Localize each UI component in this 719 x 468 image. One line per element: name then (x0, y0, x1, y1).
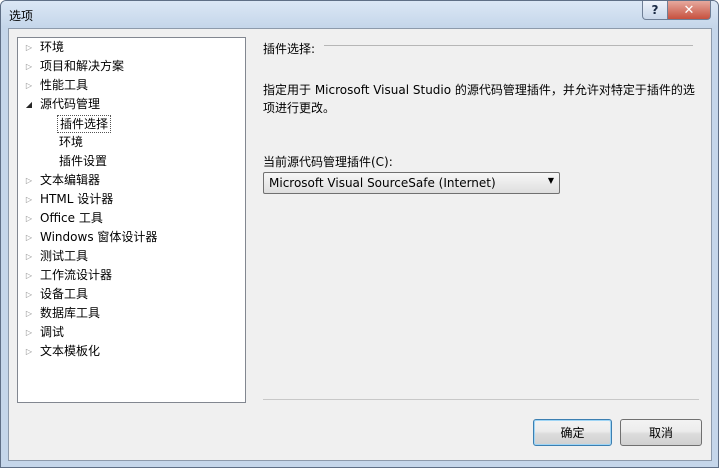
dialog-body: ▷ 环境 ▷ 项目和解决方案 ▷ 性能工具 ◢ 源代码管理 插件选择 环境 插件设置 ▷ 文本编辑器 ▷ H… (8, 28, 712, 461)
close-button[interactable]: ✕ (667, 1, 711, 20)
tree-item[interactable]: ▷ 调试 (18, 324, 243, 342)
expanded-arrow-icon[interactable]: ◢ (24, 96, 34, 114)
collapsed-arrow-icon[interactable]: ▷ (24, 77, 34, 95)
tree-item[interactable]: ▷ 性能工具 (18, 77, 243, 95)
help-button[interactable]: ? (642, 1, 668, 20)
options-tree[interactable]: ▷ 环境 ▷ 项目和解决方案 ▷ 性能工具 ◢ 源代码管理 插件选择 环境 插件设置 ▷ 文本编辑器 ▷ H… (17, 37, 246, 403)
tree-item-label: 设备工具 (40, 287, 89, 301)
tree-item[interactable]: ▷ 文本模板化 (18, 343, 243, 361)
plugin-select[interactable]: Microsoft Visual SourceSafe (Internet) ▼ (263, 172, 560, 194)
section-divider (324, 45, 693, 46)
tree-child-item[interactable]: 插件设置 (18, 153, 243, 171)
collapsed-arrow-icon[interactable]: ▷ (24, 210, 34, 228)
tree-item[interactable]: ▷ 项目和解决方案 (18, 58, 243, 76)
collapsed-arrow-icon[interactable]: ▷ (24, 305, 34, 323)
tree-item-label: Windows 窗体设计器 (40, 230, 158, 244)
plugin-select-value: Microsoft Visual SourceSafe (Internet) (269, 176, 496, 190)
tree-item-label: 插件选择 (57, 115, 112, 133)
collapsed-arrow-icon[interactable]: ▷ (24, 39, 34, 57)
tree-child-item[interactable]: 插件选择 (18, 115, 243, 133)
tree-item[interactable]: ▷ 环境 (18, 39, 243, 57)
collapsed-arrow-icon[interactable]: ▷ (24, 286, 34, 304)
close-icon: ✕ (683, 2, 695, 18)
tree-item[interactable]: ▷ 设备工具 (18, 286, 243, 304)
collapsed-arrow-icon[interactable]: ▷ (24, 58, 34, 76)
section-title: 插件选择: (263, 42, 316, 56)
tree-item[interactable]: ▷ 测试工具 (18, 248, 243, 266)
collapsed-arrow-icon[interactable]: ▷ (24, 324, 34, 342)
tree-item[interactable]: ▷ 数据库工具 (18, 305, 243, 323)
tree-item-label: 数据库工具 (40, 306, 101, 320)
ok-button-label: 确定 (560, 426, 585, 440)
collapsed-arrow-icon[interactable]: ▷ (24, 343, 34, 361)
options-dialog: 选项 ? ✕ ▷ 环境 ▷ 项目和解决方案 ▷ 性能工具 ◢ 源代码管理 插件选择 环境 插件设置 ▷… (0, 0, 719, 468)
tree-item-label: 文本编辑器 (40, 173, 101, 187)
bottom-separator (263, 399, 699, 400)
tree-child-item[interactable]: 环境 (18, 134, 243, 152)
tree-item-label: HTML 设计器 (40, 192, 114, 206)
collapsed-arrow-icon[interactable]: ▷ (24, 248, 34, 266)
tree-item[interactable]: ◢ 源代码管理 (18, 96, 243, 114)
tree-item[interactable]: ▷ Windows 窗体设计器 (18, 229, 243, 247)
tree-item-label: 插件设置 (59, 154, 108, 168)
tree-item[interactable]: ▷ 文本编辑器 (18, 172, 243, 190)
tree-item-label: 源代码管理 (40, 97, 101, 111)
ok-button[interactable]: 确定 (533, 419, 612, 446)
tree-item[interactable]: ▷ HTML 设计器 (18, 191, 243, 209)
tree-item-label: 环境 (40, 40, 65, 54)
window-title: 选项 (9, 9, 34, 23)
title-bar[interactable]: 选项 ? ✕ (1, 1, 718, 27)
help-icon: ? (651, 3, 659, 17)
tree-item-label: Office 工具 (40, 211, 103, 225)
cancel-button[interactable]: 取消 (620, 419, 702, 446)
section-description: 指定用于 Microsoft Visual Studio 的源代码管理插件，并允… (263, 83, 695, 115)
tree-item-label: 调试 (40, 325, 65, 339)
collapsed-arrow-icon[interactable]: ▷ (24, 191, 34, 209)
collapsed-arrow-icon[interactable]: ▷ (24, 172, 34, 190)
tree-item-label: 项目和解决方案 (40, 59, 125, 73)
tree-item-label: 文本模板化 (40, 344, 101, 358)
collapsed-arrow-icon[interactable]: ▷ (24, 229, 34, 247)
cancel-button-label: 取消 (648, 426, 673, 440)
tree-item-label: 工作流设计器 (40, 268, 113, 282)
plugin-combo-label: 当前源代码管理插件(C): (263, 155, 393, 169)
tree-item-label: 性能工具 (40, 78, 89, 92)
chevron-down-icon[interactable]: ▼ (548, 176, 554, 185)
tree-item[interactable]: ▷ 工作流设计器 (18, 267, 243, 285)
tree-item-label: 环境 (59, 135, 84, 149)
tree-item-label: 测试工具 (40, 249, 89, 263)
tree-item[interactable]: ▷ Office 工具 (18, 210, 243, 228)
collapsed-arrow-icon[interactable]: ▷ (24, 267, 34, 285)
